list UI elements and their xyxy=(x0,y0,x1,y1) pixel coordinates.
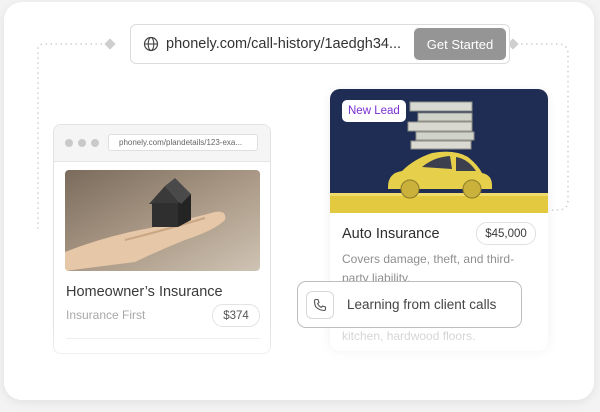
plan-provider: Insurance First xyxy=(66,308,146,322)
house-in-hand-image xyxy=(65,170,260,271)
phone-icon xyxy=(306,290,334,319)
globe-icon xyxy=(143,36,159,52)
divider xyxy=(66,338,260,339)
learning-label: Learning from client calls xyxy=(347,297,497,312)
address-url: phonely.com/call-history/1aedgh34... xyxy=(166,36,402,52)
mini-address-bar: phonely.com/plandetails/123-exa... xyxy=(108,134,258,151)
homeowner-plan-card[interactable]: phonely.com/plandetails/123-exa... Homeo… xyxy=(53,124,271,354)
faded-description: kitchen, hardwood floors. xyxy=(342,329,476,343)
window-dot xyxy=(91,139,99,147)
new-lead-badge: New Lead xyxy=(342,100,406,122)
plan-price-badge: $374 xyxy=(212,304,260,327)
browser-chrome: phonely.com/plandetails/123-exa... xyxy=(54,125,270,162)
plan-title: Homeowner’s Insurance xyxy=(66,284,223,300)
get-started-button[interactable]: Get Started xyxy=(414,28,506,60)
window-dot xyxy=(65,139,73,147)
learning-status-pill: Learning from client calls xyxy=(297,281,522,328)
card-title: Auto Insurance xyxy=(342,226,440,242)
card-price-badge: $45,000 xyxy=(476,222,536,245)
window-dot xyxy=(78,139,86,147)
address-bar[interactable]: phonely.com/call-history/1aedgh34... Get… xyxy=(130,24,510,64)
